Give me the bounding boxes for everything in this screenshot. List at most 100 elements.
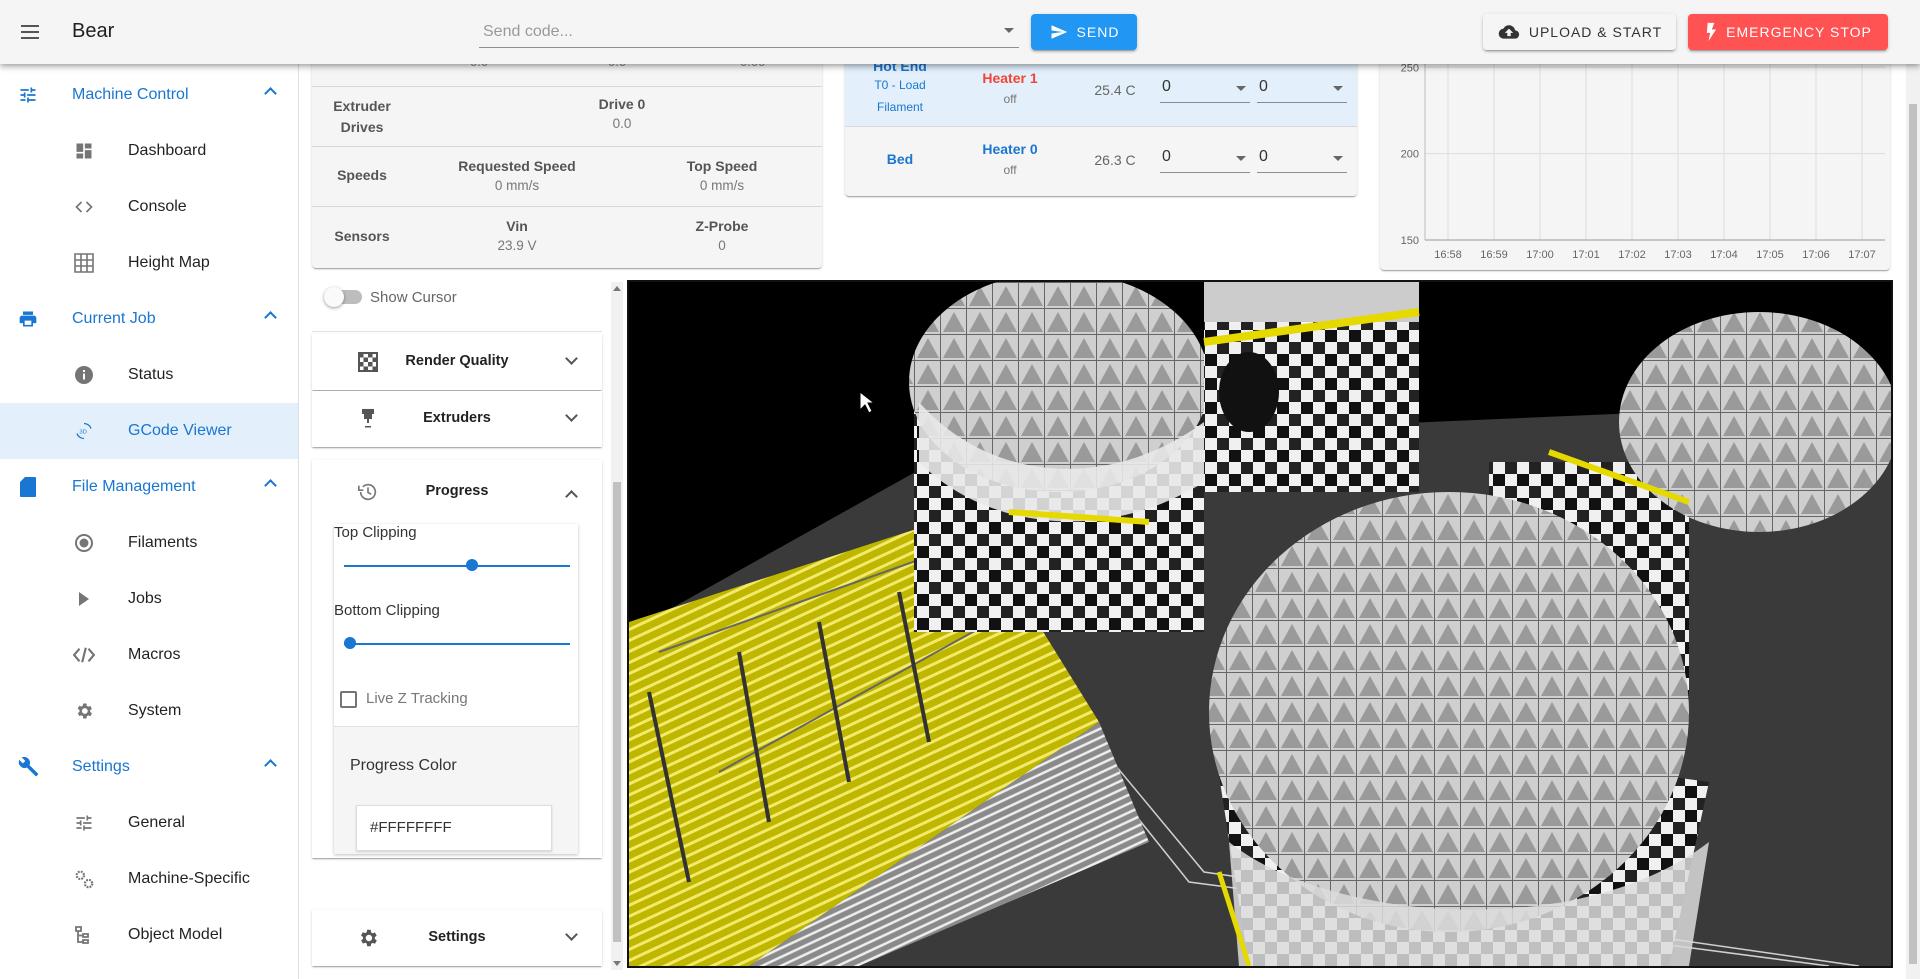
bed-row: Bed Heater 0 off 26.3 C 0 0 [845, 126, 1357, 196]
send-label: SEND [1076, 24, 1120, 40]
menu-icon[interactable] [12, 14, 48, 50]
tool-hot-end[interactable]: Hot End T0 - Load Filament [845, 58, 955, 118]
cog-icon [72, 699, 96, 723]
nav-item-object-model[interactable]: Object Model [0, 907, 298, 963]
live-z-label: Live Z Tracking [366, 690, 468, 707]
chevron-up-icon [264, 479, 277, 492]
render-quality-header[interactable]: Render Quality [312, 334, 602, 390]
nav-item-system[interactable]: System [0, 683, 298, 739]
navigation-drawer: Machine Control Dashboard Console Height… [0, 64, 299, 979]
heater-1-name[interactable]: Heater 1 off [955, 70, 1065, 106]
nav-item-jobs[interactable]: Jobs [0, 571, 298, 627]
nav-item-label: General [128, 814, 185, 831]
nav-item-label: Console [128, 198, 187, 215]
extruders-header[interactable]: Extruders [312, 391, 602, 447]
bottom-clipping-slider[interactable] [344, 637, 570, 649]
nav-group-settings[interactable]: Settings [0, 739, 298, 795]
requested-speed-cell: Requested Speed 0 mm/s [412, 158, 622, 193]
temperature-chart-card: 16:58 16:59 17:00 17:01 17:02 17:03 17:04 17:05… [1380, 50, 1890, 270]
nav-group-label: Settings [72, 758, 130, 775]
drive-label: Drive 0 [598, 96, 646, 112]
nav-item-dashboard[interactable]: Dashboard [0, 123, 298, 179]
dropdown-icon [1236, 86, 1246, 91]
live-z-checkbox[interactable] [340, 691, 357, 708]
grid-icon [72, 251, 96, 275]
settings-header[interactable]: Settings [312, 910, 602, 966]
nav-item-macros[interactable]: Macros [0, 627, 298, 683]
nav-item-label: Height Map [128, 254, 210, 271]
nav-item-gcode-viewer[interactable]: 3D GCode Viewer [0, 403, 298, 459]
panel-scrollbar[interactable] [611, 282, 623, 970]
play-icon [72, 587, 96, 611]
nav-group-file-management[interactable]: File Management [0, 459, 298, 515]
nav-item-height-map[interactable]: Height Map [0, 235, 298, 291]
cloud-upload-icon [1498, 25, 1520, 39]
hot-end-active-select[interactable]: 0 [1160, 75, 1250, 103]
sensors-label: Sensors [334, 228, 390, 244]
z-probe-value: 0 [718, 238, 726, 253]
nav-group-label: File Management [72, 478, 196, 495]
heater-0-name[interactable]: Heater 0 off [955, 141, 1065, 177]
requested-speed-value: 0 mm/s [494, 178, 540, 193]
tune-icon [16, 83, 40, 107]
heater-state: off [1003, 163, 1017, 177]
top-clipping-slider[interactable] [344, 559, 570, 571]
page-scrollbar-thumb[interactable] [1909, 104, 1917, 964]
scrollbar-thumb[interactable] [613, 482, 621, 942]
render-quality-panel: Render Quality [312, 334, 602, 390]
mouse-cursor [859, 390, 876, 414]
cogs-icon [72, 867, 96, 891]
send-icon [1051, 25, 1067, 39]
hot-end-standby-select[interactable]: 0 [1257, 75, 1347, 103]
z-probe-cell: Z-Probe 0 [622, 218, 822, 253]
upload-start-button[interactable]: UPLOAD & START [1483, 14, 1676, 50]
heater-0-temp: 26.3 C [1094, 152, 1136, 168]
y-tick-label: 200 [1401, 149, 1419, 161]
progress-header[interactable]: Progress [312, 460, 602, 522]
dashboard-icon [72, 139, 96, 163]
bed-active-select[interactable]: 0 [1160, 145, 1250, 173]
heater-1-temp: 25.4 C [1094, 82, 1136, 98]
nav-item-machine-specific[interactable]: Machine-Specific [0, 851, 298, 907]
progress-color-box: Progress Color #FFFFFFFF [334, 726, 578, 854]
nav-item-filaments[interactable]: Filaments [0, 515, 298, 571]
nav-item-general[interactable]: General [0, 795, 298, 851]
y-tick-label: 250 [1401, 62, 1419, 74]
dropdown-icon [1333, 156, 1343, 161]
gcode-viewer-panel: Show Cursor Render Quality Extruders Pro… [300, 280, 610, 970]
macro-icon [72, 643, 96, 667]
x-tick-label: 17:05 [1756, 249, 1784, 261]
progress-color-value: #FFFFFFFF [370, 819, 452, 836]
load-filament-link[interactable]: T0 - Load Filament [845, 74, 955, 118]
chevron-up-icon [264, 311, 277, 324]
nav-group-machine-control[interactable]: Machine Control [0, 67, 298, 123]
code-history-dropdown-icon[interactable] [1004, 28, 1014, 33]
speeds-row: Speeds Requested Speed 0 mm/s Top Speed … [312, 146, 822, 206]
code-input[interactable] [479, 16, 1019, 48]
progress-title: Progress [425, 483, 489, 499]
nav-group-current-job[interactable]: Current Job [0, 291, 298, 347]
x-tick-label: 17:02 [1618, 249, 1646, 261]
nav-item-status[interactable]: Status [0, 347, 298, 403]
progress-color-field[interactable]: #FFFFFFFF [356, 805, 552, 851]
slider-thumb[interactable] [465, 559, 478, 571]
page-scrollbar[interactable] [1906, 64, 1920, 979]
bed-standby-select[interactable]: 0 [1257, 145, 1347, 173]
nav-item-label: Jobs [128, 590, 162, 607]
flash-icon [1706, 22, 1717, 42]
x-tick-label: 17:06 [1802, 249, 1830, 261]
nav-item-label: System [128, 702, 182, 719]
part-tower-middle [1203, 282, 1420, 492]
slider-thumb[interactable] [344, 637, 356, 649]
tools-heaters-card: Hot End T0 - Load Filament Heater 1 off 2… [845, 50, 1357, 196]
gcode-3d-viewer[interactable] [627, 280, 1893, 968]
tool-bed[interactable]: Bed [845, 151, 955, 167]
y-tick-label: 150 [1401, 235, 1419, 247]
show-cursor-toggle[interactable] [324, 287, 362, 307]
send-button[interactable]: SEND [1031, 14, 1137, 50]
emergency-stop-button[interactable]: EMERGENCY STOP [1688, 14, 1888, 50]
progress-controls: Top Clipping Bottom Clipping Live Z Trac… [334, 524, 578, 854]
z-probe-label: Z-Probe [695, 218, 749, 234]
nav-item-console[interactable]: Console [0, 179, 298, 235]
emergency-stop-label: EMERGENCY STOP [1726, 24, 1872, 40]
